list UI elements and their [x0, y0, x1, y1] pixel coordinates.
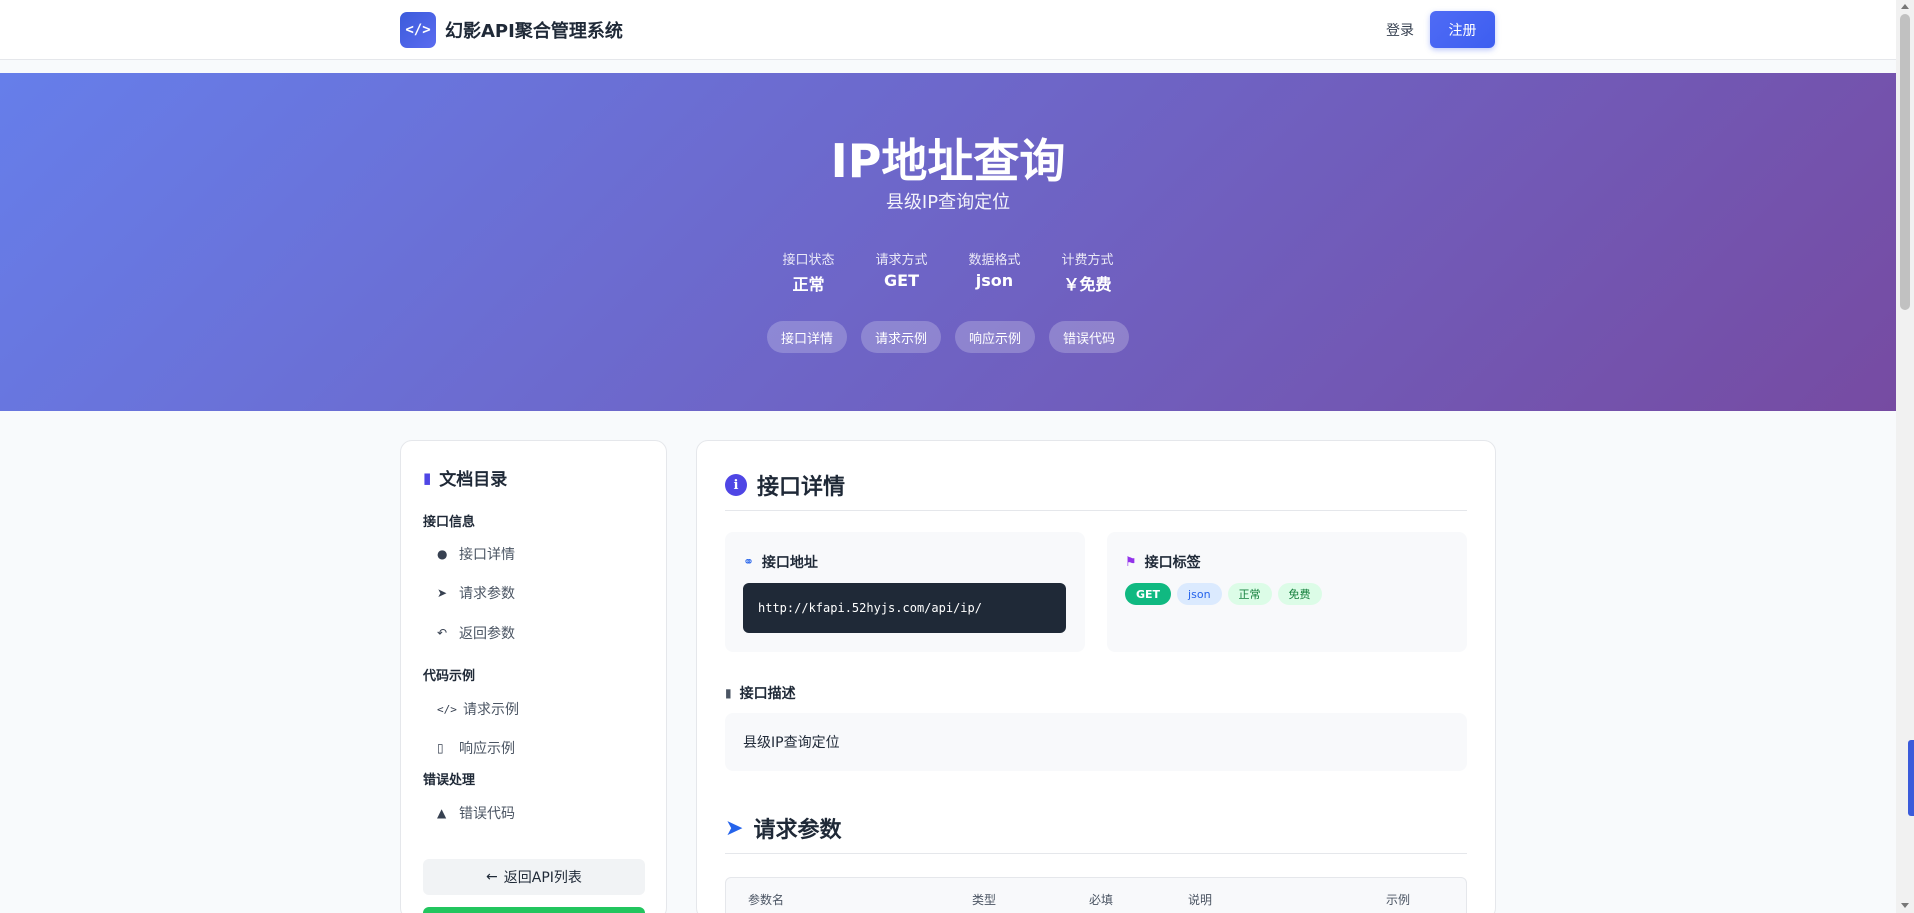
meta-method: 请求方式 GET: [855, 249, 948, 295]
sidebar-item-label: 返回参数: [459, 626, 515, 642]
scroll-down-arrow-icon[interactable]: [1901, 903, 1909, 908]
meta-format: 数据格式 json: [948, 249, 1041, 295]
tag-method: GET: [1125, 583, 1172, 605]
section-title-text: 请求参数: [753, 818, 842, 843]
meta-status: 接口状态 正常: [762, 249, 855, 295]
tag-list: GET json 正常 免费: [1125, 583, 1322, 605]
tag-status: 正常: [1227, 583, 1272, 605]
card-title-text: 接口标签: [1144, 555, 1201, 571]
side-float-tab[interactable]: [1908, 740, 1914, 816]
link-icon: ⚭: [743, 554, 754, 570]
book-icon: ▮: [423, 468, 432, 487]
sidebar-group-label: 接口信息: [423, 515, 476, 530]
tags-card-title: ⚑ 接口标签: [1125, 552, 1201, 572]
sidebar-item-details[interactable]: ● 接口详情: [437, 544, 515, 564]
sidebar-item-label: 错误代码: [459, 806, 515, 822]
tags-card: ⚑ 接口标签 GET json 正常 免费: [1107, 532, 1467, 652]
reply-icon: ↶: [437, 626, 448, 640]
brand[interactable]: </> 幻影API聚合管理系统: [400, 12, 623, 48]
description-label: ▮ 接口描述: [725, 683, 796, 703]
scroll-thumb[interactable]: [1900, 14, 1910, 310]
sidebar-item-label: 响应示例: [459, 741, 515, 757]
sidebar-item-response-params[interactable]: ↶ 返回参数: [437, 623, 515, 643]
tag-billing: 免费: [1277, 583, 1322, 605]
sidebar-group-label: 代码示例: [423, 669, 476, 684]
hero-tabs: 接口详情 请求示例 响应示例 错误代码: [0, 321, 1896, 353]
description-label-text: 接口描述: [739, 686, 796, 702]
info-circle-icon: ●: [437, 547, 448, 561]
sidebar-item-request-example[interactable]: </> 请求示例: [437, 699, 519, 719]
endpoint-card: ⚭ 接口地址 http://kfapi.52hyjs.com/api/ip/: [725, 532, 1085, 652]
paper-plane-icon: ➤: [437, 586, 448, 600]
back-button-label: 返回API列表: [503, 870, 582, 886]
scroll-up-arrow-icon[interactable]: [1901, 4, 1909, 9]
page-title: IP地址查询: [830, 134, 1066, 188]
divider: [725, 510, 1467, 511]
params-table-header: 参数名 类型 必填 说明 示例: [725, 877, 1467, 913]
sidebar-item-request-params[interactable]: ➤ 请求参数: [437, 583, 515, 603]
meta-value: json: [975, 271, 1014, 290]
code-icon: </>: [437, 702, 457, 716]
sidebar-item-error-codes[interactable]: ▲ 错误代码: [437, 803, 515, 823]
main-content: i 接口详情 ⚭ 接口地址 http://kfapi.52hyjs.com/ap…: [696, 440, 1496, 913]
meta-billing: 计费方式 ￥免费: [1041, 249, 1134, 295]
description-text: 县级IP查询定位: [725, 713, 1467, 771]
register-button[interactable]: 注册: [1430, 11, 1495, 48]
tag-format: json: [1177, 583, 1222, 605]
section-title-text: 接口详情: [757, 475, 846, 500]
endpoint-url[interactable]: http://kfapi.52hyjs.com/api/ip/: [743, 583, 1066, 633]
sidebar-item-label: 请求参数: [459, 586, 515, 602]
sidebar-item-label: 接口详情: [459, 547, 515, 563]
login-link[interactable]: 登录: [1386, 20, 1414, 40]
green-action-button[interactable]: [423, 907, 645, 913]
hero-tab-details[interactable]: 接口详情: [766, 321, 847, 353]
sidebar-item-response-example[interactable]: ▯ 响应示例: [437, 738, 515, 758]
column-header: 参数名: [748, 893, 785, 907]
info-circle-icon: i: [725, 474, 747, 496]
section-params-title: ➤ 请求参数: [725, 812, 841, 844]
hero-tab-request-example[interactable]: 请求示例: [860, 321, 941, 353]
column-header: 说明: [1188, 893, 1213, 907]
warning-triangle-icon: ▲: [437, 806, 447, 820]
page-subtitle: 县级IP查询定位: [885, 192, 1011, 213]
hero-banner: IP地址查询 县级IP查询定位 接口状态 正常 请求方式 GET 数据格式 js…: [0, 73, 1896, 411]
back-to-api-list-button[interactable]: ← 返回API列表: [423, 859, 645, 895]
code-logo-icon: </>: [400, 12, 436, 48]
meta-value: GET: [884, 271, 919, 290]
divider: [725, 853, 1467, 854]
hero-tab-response-example[interactable]: 响应示例: [955, 321, 1036, 353]
meta-label: 请求方式: [875, 253, 928, 268]
sidebar-item-label: 请求示例: [463, 702, 519, 718]
column-header: 必填: [1089, 893, 1114, 907]
sidebar-title: ▮ 文档目录: [423, 465, 508, 491]
sidebar-title-text: 文档目录: [439, 470, 508, 490]
section-details-title: i 接口详情: [725, 469, 845, 501]
column-header: 示例: [1386, 893, 1411, 907]
docs-sidebar: ▮ 文档目录 接口信息 ● 接口详情 ➤ 请求参数 ↶ 返回参数 代码示例 </…: [400, 440, 667, 913]
meta-label: 数据格式: [968, 253, 1021, 268]
api-meta-row: 接口状态 正常 请求方式 GET 数据格式 json 计费方式 ￥免费: [0, 249, 1896, 295]
sidebar-group-label: 错误处理: [423, 773, 476, 788]
card-title-text: 接口地址: [761, 555, 818, 571]
meta-label: 接口状态: [782, 253, 835, 268]
file-icon: ▮: [725, 686, 732, 700]
brand-name: 幻影API聚合管理系统: [445, 21, 623, 42]
file-code-icon: ▯: [437, 741, 444, 755]
top-navbar: </> 幻影API聚合管理系统 登录 注册: [0, 0, 1896, 60]
meta-value: ￥免费: [1063, 275, 1112, 294]
meta-label: 计费方式: [1061, 253, 1114, 268]
column-header: 类型: [972, 893, 997, 907]
arrow-left-icon: ←: [486, 869, 498, 885]
tags-icon: ⚑: [1125, 554, 1137, 570]
endpoint-card-title: ⚭ 接口地址: [743, 552, 818, 572]
hero-tab-error-codes[interactable]: 错误代码: [1049, 321, 1130, 353]
paper-plane-icon: ➤: [725, 815, 744, 841]
meta-value: 正常: [792, 275, 825, 294]
